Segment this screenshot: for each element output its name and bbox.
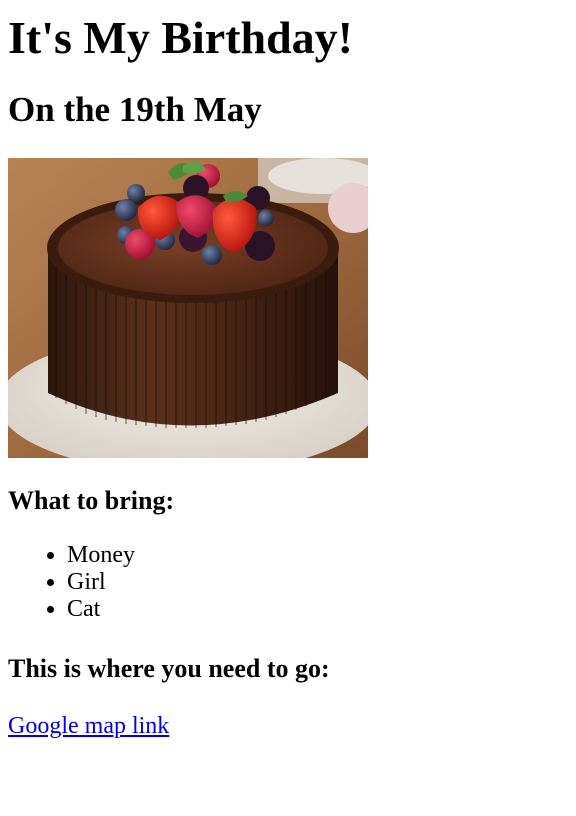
list-item: Cat (67, 596, 568, 623)
cake-illustration (8, 158, 368, 458)
cake-image (8, 158, 368, 458)
location-heading: This is where you need to go: (8, 654, 330, 683)
list-item: Girl (67, 569, 568, 596)
page-title: It's My Birthday! (8, 12, 353, 63)
page: It's My Birthday! On the 19th May What t… (0, 0, 576, 740)
list-item: Money (67, 542, 568, 569)
what-to-bring-heading: What to bring: (8, 486, 175, 515)
page-subtitle: On the 19th May (8, 90, 262, 129)
bring-list: Money Girl Cat (8, 542, 568, 623)
google-map-link[interactable]: Google map link (8, 712, 169, 740)
